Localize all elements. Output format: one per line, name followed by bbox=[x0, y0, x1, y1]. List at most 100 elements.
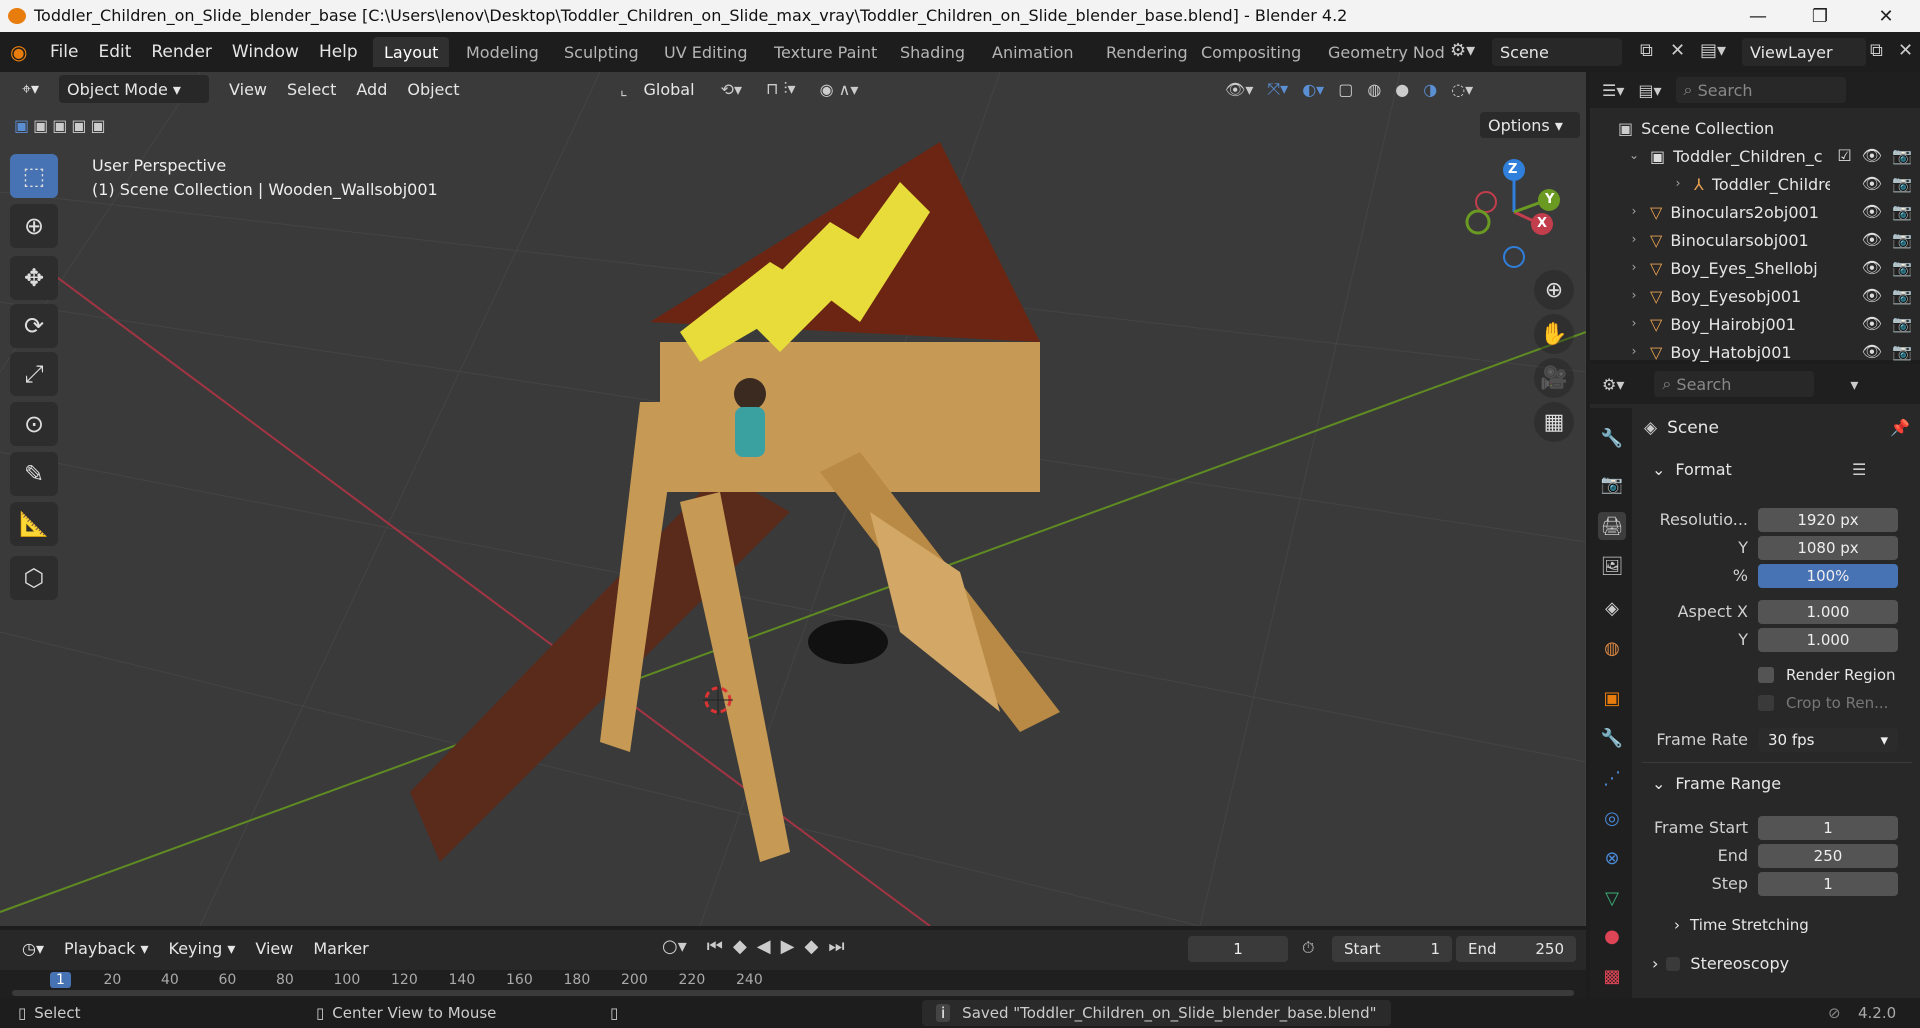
new-view-layer-icon[interactable]: ⧉ bbox=[1870, 40, 1883, 61]
new-scene-icon[interactable]: ⧉ bbox=[1640, 40, 1653, 61]
visibility-eye-icon[interactable]: 👁 bbox=[1862, 258, 1882, 277]
render-visibility-icon[interactable]: 📷 bbox=[1892, 314, 1912, 333]
camera-view-icon[interactable]: 🎥 bbox=[1534, 358, 1574, 398]
workspace-tab-shading[interactable]: Shading bbox=[889, 37, 976, 67]
workspace-tab-texture-paint[interactable]: Texture Paint bbox=[763, 37, 888, 67]
overlay-toggle-icon[interactable]: ◐▾ bbox=[1302, 80, 1324, 99]
blender-menu-icon[interactable]: ◉ bbox=[10, 40, 36, 64]
chevron-right-icon[interactable]: › bbox=[1626, 344, 1642, 360]
shading-rendered-icon[interactable]: ◌▾ bbox=[1451, 80, 1473, 99]
gizmo-toggle-icon[interactable]: ⤧▾ bbox=[1267, 79, 1288, 99]
outliner-editor-icon[interactable]: ☰▾ bbox=[1602, 81, 1624, 100]
transform-tool[interactable]: ⊙ bbox=[10, 402, 58, 446]
workspace-tab-modeling[interactable]: Modeling bbox=[455, 37, 550, 67]
checkbox-icon[interactable] bbox=[1666, 956, 1681, 971]
visibility-eye-icon[interactable]: 👁 bbox=[1862, 146, 1882, 165]
workspace-tab-rendering[interactable]: Rendering bbox=[1095, 37, 1199, 67]
timeline-menu-playback[interactable]: Playback ▾ bbox=[54, 933, 159, 963]
stereoscopy-panel[interactable]: › Stereoscopy bbox=[1652, 954, 1789, 973]
play-reverse-icon[interactable]: ◀ bbox=[757, 936, 771, 957]
visibility-icon[interactable]: 👁▾ bbox=[1225, 80, 1253, 99]
xray-icon[interactable]: ▢ bbox=[1338, 80, 1353, 99]
presets-icon[interactable]: ☰ bbox=[1852, 460, 1866, 479]
visibility-eye-icon[interactable]: 👁 bbox=[1862, 342, 1882, 361]
outliner-item[interactable]: › ▽ Binoculars2obj001 👁 📷 bbox=[1590, 198, 1920, 226]
properties-options-icon[interactable]: ▾ bbox=[1850, 375, 1858, 394]
chevron-right-icon[interactable]: › bbox=[1626, 288, 1642, 304]
jump-start-icon[interactable]: ⏮ bbox=[707, 936, 723, 957]
scene-browse-icon[interactable]: ⚙▾ bbox=[1450, 40, 1490, 64]
3d-viewport[interactable]: Z Y X ⌖▾ Object Mode ▾ View Select Add O… bbox=[0, 72, 1586, 926]
properties-editor-icon[interactable]: ⚙▾ bbox=[1602, 375, 1624, 394]
visibility-eye-icon[interactable]: 👁 bbox=[1862, 174, 1882, 193]
chevron-right-icon[interactable]: › bbox=[1626, 316, 1642, 332]
render-visibility-icon[interactable]: 📷 bbox=[1892, 258, 1912, 277]
frame-start-field[interactable]: 1 bbox=[1758, 816, 1898, 840]
workspace-tab-animation[interactable]: Animation bbox=[981, 37, 1085, 67]
minimize-button[interactable]: — bbox=[1730, 0, 1786, 32]
visibility-eye-icon[interactable]: 👁 bbox=[1862, 230, 1882, 249]
editor-type-icon[interactable]: ⌖▾ bbox=[12, 74, 49, 104]
measure-tool[interactable]: 📐 bbox=[10, 502, 58, 546]
outliner-item[interactable]: › ▽ Binocularsobj001 👁 📷 bbox=[1590, 226, 1920, 254]
resolution-y-field[interactable]: 1080 px bbox=[1758, 536, 1898, 560]
workspace-tab-sculpting[interactable]: Sculpting bbox=[553, 37, 650, 67]
render-visibility-icon[interactable]: 📷 bbox=[1892, 342, 1912, 361]
world-tab-icon[interactable]: ◍ bbox=[1598, 634, 1626, 662]
render-visibility-icon[interactable]: 📷 bbox=[1892, 202, 1912, 221]
play-icon[interactable]: ▶ bbox=[781, 936, 795, 957]
ortho-grid-icon[interactable]: ▦ bbox=[1534, 402, 1574, 442]
select-new-icon[interactable]: ▣ bbox=[14, 116, 29, 135]
zoom-icon[interactable]: ⊕ bbox=[1534, 270, 1574, 310]
jump-end-icon[interactable]: ⏭ bbox=[828, 936, 844, 957]
exclude-checkbox-icon[interactable]: ☑ bbox=[1837, 146, 1851, 165]
scene-selector[interactable]: Scene bbox=[1492, 38, 1622, 66]
timeline-menu-marker[interactable]: Marker bbox=[303, 933, 378, 963]
pin-icon[interactable]: 📌 bbox=[1890, 418, 1910, 437]
workspace-tab-layout[interactable]: Layout bbox=[373, 37, 450, 67]
shading-material-icon[interactable]: ◑ bbox=[1423, 80, 1437, 99]
visibility-eye-icon[interactable]: 👁 bbox=[1862, 286, 1882, 305]
menu-edit[interactable]: Edit bbox=[88, 32, 141, 72]
cursor-tool[interactable]: ⊕ bbox=[10, 204, 58, 248]
options-dropdown[interactable]: Options ▾ bbox=[1480, 112, 1580, 138]
texture-tab-icon[interactable]: ▩ bbox=[1598, 962, 1626, 990]
rotate-tool[interactable]: ⟳ bbox=[10, 304, 58, 348]
view-layer-selector[interactable]: ViewLayer bbox=[1742, 38, 1866, 66]
workspace-tab-uv-editing[interactable]: UV Editing bbox=[653, 37, 758, 67]
mode-selector[interactable]: Object Mode ▾ bbox=[59, 75, 210, 103]
material-tab-icon[interactable]: ● bbox=[1598, 922, 1626, 950]
timeline-menu-view[interactable]: View bbox=[245, 933, 303, 963]
workspace-tab-compositing[interactable]: Compositing bbox=[1190, 37, 1312, 67]
timeline-menu-keying[interactable]: Keying ▾ bbox=[159, 933, 246, 963]
menu-window[interactable]: Window bbox=[222, 32, 309, 72]
frame-ruler[interactable]: 1 20 40 60 80 100 120 140 160 180 200 220 240 bbox=[0, 970, 1586, 998]
resolution-x-field[interactable]: 1920 px bbox=[1758, 508, 1898, 532]
outliner-search-input[interactable]: ⌕ Search bbox=[1675, 77, 1846, 103]
close-button[interactable]: ✕ bbox=[1858, 0, 1914, 32]
modifier-tab-icon[interactable]: 🔧 bbox=[1598, 724, 1626, 752]
visibility-eye-icon[interactable]: 👁 bbox=[1862, 314, 1882, 333]
view-layer-tab-icon[interactable]: 🖼 bbox=[1598, 552, 1626, 580]
time-stretching-panel[interactable]: › Time Stretching bbox=[1674, 916, 1809, 934]
pivot-icon[interactable]: ⟲▾ bbox=[721, 80, 742, 99]
render-tab-icon[interactable]: 📷 bbox=[1598, 470, 1626, 498]
viewport-menu-select[interactable]: Select bbox=[277, 74, 346, 104]
chevron-down-icon[interactable]: ⌄ bbox=[1626, 148, 1642, 164]
viewport-menu-object[interactable]: Object bbox=[397, 74, 469, 104]
menu-render[interactable]: Render bbox=[141, 32, 222, 72]
constraints-tab-icon[interactable]: ⊗ bbox=[1598, 844, 1626, 872]
chevron-right-icon[interactable]: › bbox=[1626, 204, 1642, 220]
menu-file[interactable]: File bbox=[40, 32, 88, 72]
chevron-right-icon[interactable]: › bbox=[1626, 232, 1642, 248]
auto-keying-icon[interactable]: ○▾ bbox=[662, 936, 687, 957]
select-box-tool[interactable]: ⬚ bbox=[10, 154, 58, 198]
frame-end-field[interactable]: 250 bbox=[1758, 844, 1898, 868]
frame-range-panel-header[interactable]: ⌄ Frame Range bbox=[1652, 774, 1781, 793]
chevron-right-icon[interactable]: › bbox=[1626, 260, 1642, 276]
workspace-tab-geometry-nodes[interactable]: Geometry Nod bbox=[1317, 37, 1456, 67]
scene-tab-icon[interactable]: ◈ bbox=[1598, 594, 1626, 622]
annotate-tool[interactable]: ✎ bbox=[10, 452, 58, 496]
scale-tool[interactable]: ⤢ bbox=[10, 352, 58, 396]
scene-collection-root[interactable]: ▣ Scene Collection bbox=[1618, 114, 1774, 142]
